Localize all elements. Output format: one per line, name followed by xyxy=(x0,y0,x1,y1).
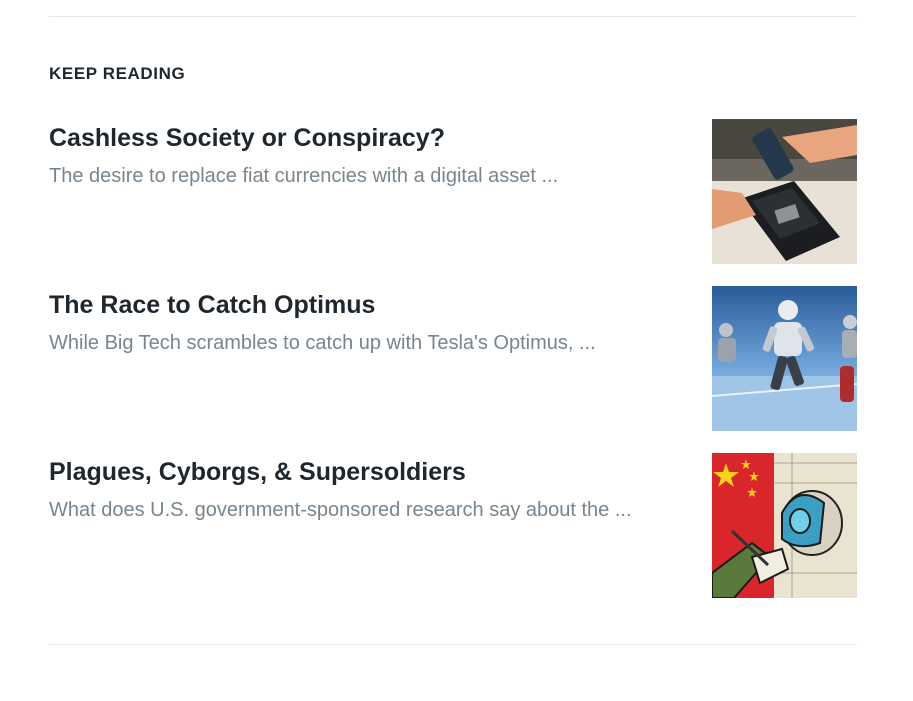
article-card-optimus[interactable]: The Race to Catch Optimus While Big Tech… xyxy=(49,286,857,431)
section-title: KEEP READING xyxy=(49,64,186,83)
article-text: The Race to Catch Optimus While Big Tech… xyxy=(49,286,699,431)
keep-reading-page: KEEP READING Cashless Society or Conspir… xyxy=(0,0,913,701)
article-title[interactable]: The Race to Catch Optimus xyxy=(49,289,699,321)
article-card-supersoldiers[interactable]: Plagues, Cyborgs, & Supersoldiers What d… xyxy=(49,453,857,598)
cyborg-soldier-art-image[interactable] xyxy=(712,453,857,598)
bottom-divider xyxy=(49,644,857,645)
payment-terminal-image[interactable] xyxy=(712,119,857,264)
article-excerpt: The desire to replace fiat currencies wi… xyxy=(49,165,559,187)
article-text: Plagues, Cyborgs, & Supersoldiers What d… xyxy=(49,453,699,598)
article-title[interactable]: Cashless Society or Conspiracy? xyxy=(49,122,699,154)
running-robots-image[interactable] xyxy=(712,286,857,431)
article-excerpt: While Big Tech scrambles to catch up wit… xyxy=(49,332,596,354)
article-text: Cashless Society or Conspiracy? The desi… xyxy=(49,119,699,264)
article-title[interactable]: Plagues, Cyborgs, & Supersoldiers xyxy=(49,456,699,488)
article-excerpt: What does U.S. government-sponsored rese… xyxy=(49,499,632,521)
article-card-cashless[interactable]: Cashless Society or Conspiracy? The desi… xyxy=(49,119,857,264)
top-divider xyxy=(49,16,857,17)
